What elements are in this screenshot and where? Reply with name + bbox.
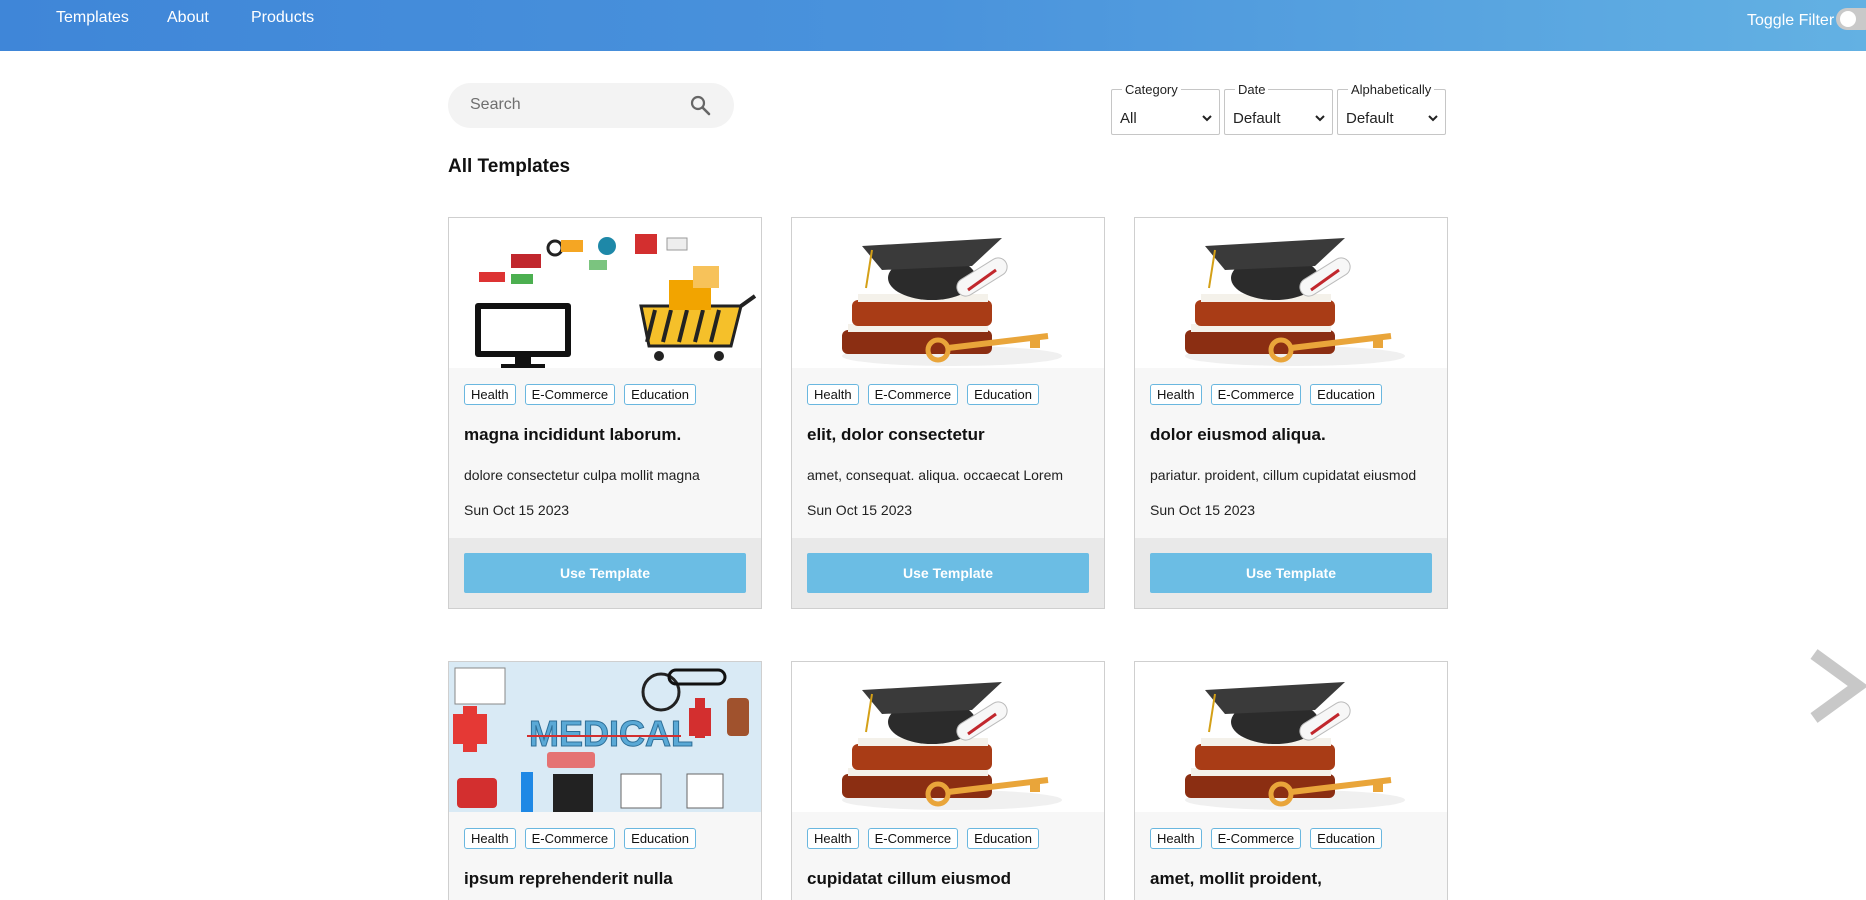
toggle-filter-switch[interactable] (1836, 8, 1866, 30)
tag[interactable]: Health (807, 828, 859, 849)
svg-text:MEDICAL: MEDICAL (529, 713, 693, 754)
tag[interactable]: E-Commerce (867, 384, 959, 405)
graduation-image (792, 662, 1104, 812)
template-card: Health E-Commerce Education magna incidi… (448, 217, 762, 609)
graduation-image (1135, 218, 1447, 368)
tag-list: Health E-Commerce Education (1150, 384, 1382, 405)
top-navbar: Templates About Products Toggle Filter (0, 0, 1866, 51)
card-description: pariatur. proident, cillum cupidatat eiu… (1150, 467, 1417, 483)
tag[interactable]: E-Commerce (1210, 828, 1302, 849)
card-title: amet, mollit proident, (1150, 869, 1322, 888)
nav-link-about[interactable]: About (167, 9, 209, 27)
next-page-arrow-icon[interactable] (1806, 648, 1866, 724)
search-box (448, 83, 734, 128)
tag-list: Health E-Commerce Education (464, 384, 696, 405)
graduation-image (792, 218, 1104, 368)
card-title: dolor eiusmod aliqua. (1150, 425, 1326, 444)
template-card: MEDICAL Health E-Commerce Education ipsu… (448, 661, 762, 900)
category-select[interactable]: All (1116, 106, 1215, 130)
card-description: dolore consectetur culpa mollit magna (464, 467, 700, 483)
card-description: amet, consequat. aliqua. occaecat Lorem (807, 467, 1064, 483)
tag[interactable]: Health (807, 384, 859, 405)
use-template-button[interactable]: Use Template (464, 553, 746, 593)
search-icon[interactable] (688, 93, 712, 117)
graduation-image (1135, 662, 1447, 812)
category-filter: Category All (1111, 82, 1220, 135)
alphabetical-filter-legend: Alphabetically (1348, 82, 1435, 97)
date-select[interactable]: Default (1229, 106, 1328, 130)
use-template-button[interactable]: Use Template (807, 553, 1089, 593)
template-card: Health E-Commerce Education cupidatat ci… (791, 661, 1105, 900)
tag[interactable]: E-Commerce (867, 828, 959, 849)
alphabetical-select[interactable]: Default (1342, 106, 1441, 130)
tag[interactable]: Health (1150, 828, 1202, 849)
tag[interactable]: Education (624, 828, 696, 849)
card-title: cupidatat cillum eiusmod (807, 869, 1012, 888)
template-card: Health E-Commerce Education elit, dolor … (791, 217, 1105, 609)
medical-image: MEDICAL (449, 662, 761, 812)
ecommerce-image (449, 218, 761, 368)
tag-list: Health E-Commerce Education (464, 828, 696, 849)
tag[interactable]: Education (1310, 828, 1382, 849)
tag[interactable]: Health (464, 384, 516, 405)
tag-list: Health E-Commerce Education (807, 384, 1039, 405)
card-date: Sun Oct 15 2023 (464, 502, 570, 518)
card-date: Sun Oct 15 2023 (1150, 502, 1256, 518)
card-title: magna incididunt laborum. (464, 425, 682, 444)
template-card: Health E-Commerce Education amet, mollit… (1134, 661, 1448, 900)
card-footer: Use Template (792, 538, 1104, 608)
tag-list: Health E-Commerce Education (807, 828, 1039, 849)
tag[interactable]: Education (967, 384, 1039, 405)
card-title: ipsum reprehenderit nulla (464, 869, 673, 888)
nav-link-templates[interactable]: Templates (56, 9, 129, 27)
tag[interactable]: Education (967, 828, 1039, 849)
card-date: Sun Oct 15 2023 (807, 502, 913, 518)
toggle-filter-label: Toggle Filter (1747, 12, 1835, 29)
tag[interactable]: Health (1150, 384, 1202, 405)
toggle-knob (1840, 11, 1856, 27)
category-filter-legend: Category (1122, 82, 1181, 97)
card-footer: Use Template (1135, 538, 1447, 608)
card-footer: Use Template (449, 538, 761, 608)
alphabetical-filter: Alphabetically Default (1337, 82, 1446, 135)
date-filter-legend: Date (1235, 82, 1269, 97)
card-title: elit, dolor consectetur (807, 425, 985, 444)
tag[interactable]: E-Commerce (1210, 384, 1302, 405)
search-input[interactable] (470, 93, 670, 117)
nav-link-products[interactable]: Products (251, 9, 314, 27)
section-title: All Templates (448, 156, 571, 177)
tag[interactable]: E-Commerce (524, 828, 616, 849)
date-filter: Date Default (1224, 82, 1333, 135)
use-template-button[interactable]: Use Template (1150, 553, 1432, 593)
tag[interactable]: E-Commerce (524, 384, 616, 405)
tag-list: Health E-Commerce Education (1150, 828, 1382, 849)
tag[interactable]: Education (624, 384, 696, 405)
template-card: Health E-Commerce Education dolor eiusmo… (1134, 217, 1448, 609)
tag[interactable]: Health (464, 828, 516, 849)
tag[interactable]: Education (1310, 384, 1382, 405)
